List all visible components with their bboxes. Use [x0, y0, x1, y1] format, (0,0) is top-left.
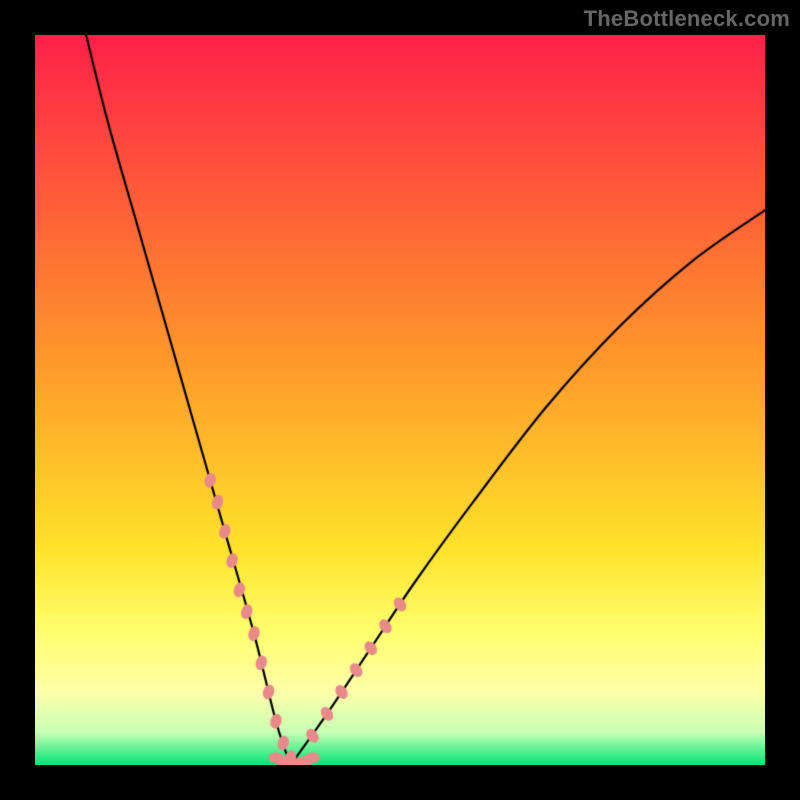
chart-frame: TheBottleneck.com: [0, 0, 800, 800]
watermark-text: TheBottleneck.com: [584, 6, 790, 32]
bottleneck-curve: [35, 35, 765, 765]
plot-area: [35, 35, 765, 765]
